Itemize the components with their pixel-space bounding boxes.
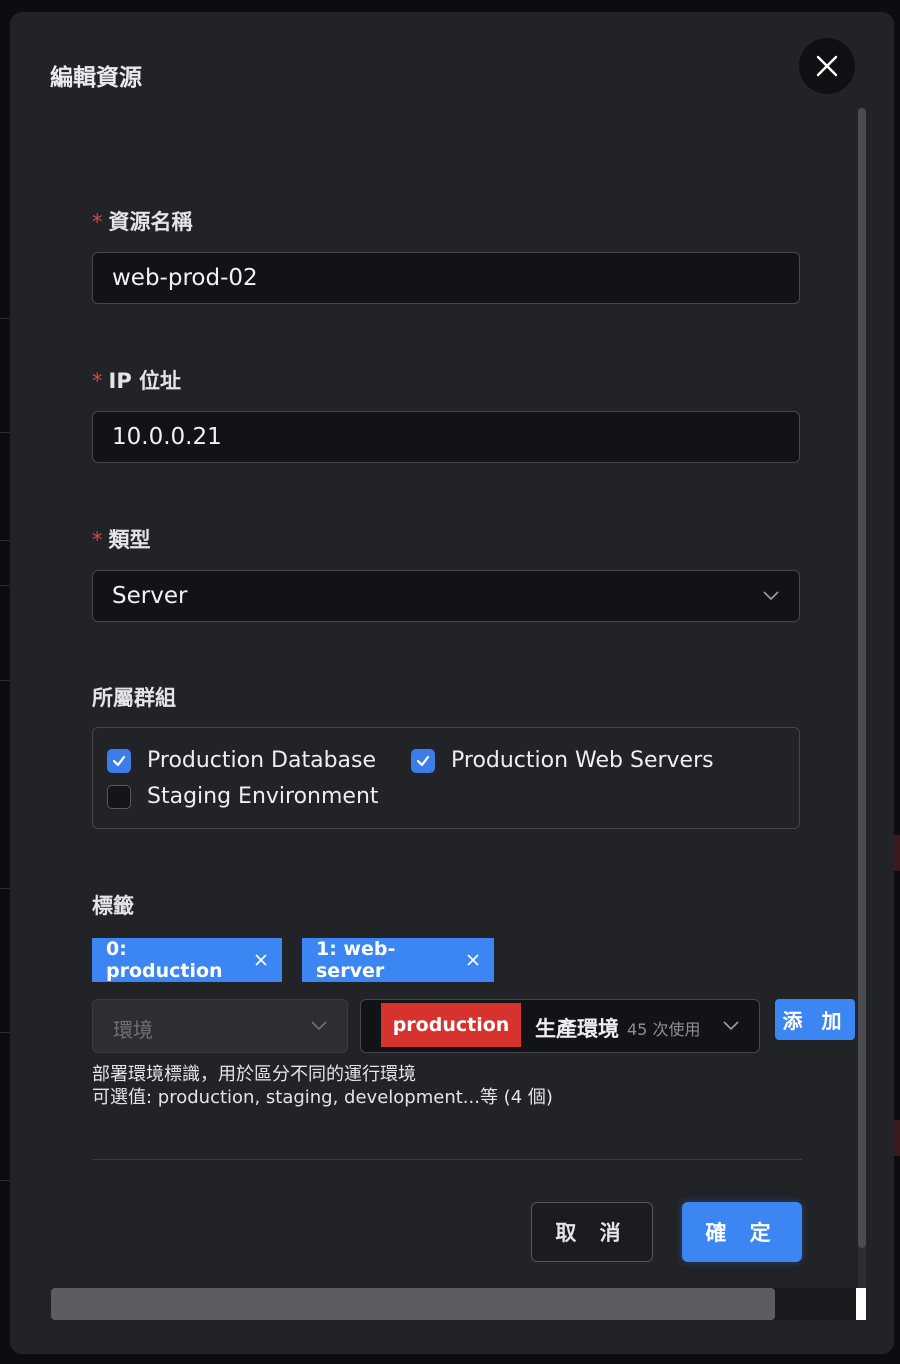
- checkbox-label: Production Database: [147, 748, 377, 773]
- environment-chip: production: [381, 1003, 521, 1047]
- horizontal-scrollbar-thumb[interactable]: [51, 1288, 775, 1320]
- type-label-text: 類型: [108, 528, 151, 552]
- close-icon: [255, 954, 267, 966]
- cancel-button[interactable]: 取 消: [531, 1202, 653, 1262]
- close-button[interactable]: [799, 38, 855, 94]
- chevron-down-icon: [311, 1021, 327, 1031]
- tag-key-select[interactable]: 環境: [92, 999, 348, 1053]
- tag-text: 1: web-server: [316, 938, 396, 982]
- close-icon: [467, 954, 479, 966]
- check-icon: [112, 755, 126, 766]
- chevron-down-icon: [723, 1021, 739, 1031]
- type-label: * 類型: [92, 524, 151, 554]
- tag-chip: 1: web-server: [302, 938, 494, 982]
- footer-divider: [92, 1159, 802, 1160]
- type-value: Server: [112, 583, 188, 609]
- chevron-down-icon: [763, 591, 779, 601]
- group-checkbox-production-database[interactable]: Production Database: [107, 748, 376, 773]
- checkbox-label: Production Web Servers: [451, 748, 714, 773]
- required-mark: *: [92, 528, 103, 552]
- ip-address-label-text: IP 位址: [108, 369, 182, 393]
- tag-hint-options: 可選值: production, staging, development...…: [92, 1087, 553, 1108]
- group-checkbox-production-web-servers[interactable]: Production Web Servers: [411, 748, 714, 773]
- required-mark: *: [92, 369, 103, 393]
- ip-address-label: * IP 位址: [92, 365, 181, 395]
- remove-tag-button[interactable]: [254, 953, 268, 967]
- vertical-scrollbar-thumb[interactable]: [858, 108, 866, 1248]
- group-checkbox-staging-environment[interactable]: Staging Environment: [107, 784, 379, 809]
- remove-tag-button[interactable]: [466, 953, 480, 967]
- resource-name-label: * 資源名稱: [92, 206, 193, 236]
- checkbox-checked[interactable]: [411, 748, 435, 773]
- checkbox-label: Staging Environment: [147, 784, 379, 809]
- scrollbar-corner: [856, 1288, 866, 1320]
- edit-resource-dialog: 編輯資源 * 資源名稱 web-prod-02 * IP 位址 10.0.0.21 …: [10, 12, 894, 1354]
- required-mark: *: [92, 210, 103, 234]
- resource-name-label-text: 資源名稱: [108, 210, 193, 234]
- ip-address-value: 10.0.0.21: [112, 424, 222, 450]
- ip-address-input[interactable]: 10.0.0.21: [92, 411, 800, 463]
- close-icon: [816, 55, 838, 77]
- tag-text: 0: production: [106, 938, 223, 982]
- tag-value-select[interactable]: production 生產環境 45 次使用: [360, 999, 760, 1053]
- tags-label: 標籤: [92, 894, 134, 918]
- groups-label: 所屬群組: [92, 686, 176, 710]
- check-icon: [416, 755, 430, 766]
- groups-checkbox-group: Production Database Production Web Serve…: [92, 727, 800, 829]
- checkbox-unchecked[interactable]: [107, 784, 131, 809]
- dialog-title: 編輯資源: [50, 65, 142, 91]
- add-tag-button[interactable]: 添 加: [775, 999, 855, 1040]
- tag-chip: 0: production: [92, 938, 282, 982]
- confirm-button[interactable]: 確 定: [682, 1202, 802, 1262]
- checkbox-checked[interactable]: [107, 748, 131, 773]
- resource-name-value: web-prod-02: [112, 265, 258, 291]
- tag-key-placeholder: 環境: [113, 1018, 153, 1042]
- type-select[interactable]: Server: [92, 570, 800, 622]
- usage-count: 45 次使用: [627, 1020, 701, 1039]
- environment-name: 生產環境: [535, 1017, 619, 1041]
- resource-name-input[interactable]: web-prod-02: [92, 252, 800, 304]
